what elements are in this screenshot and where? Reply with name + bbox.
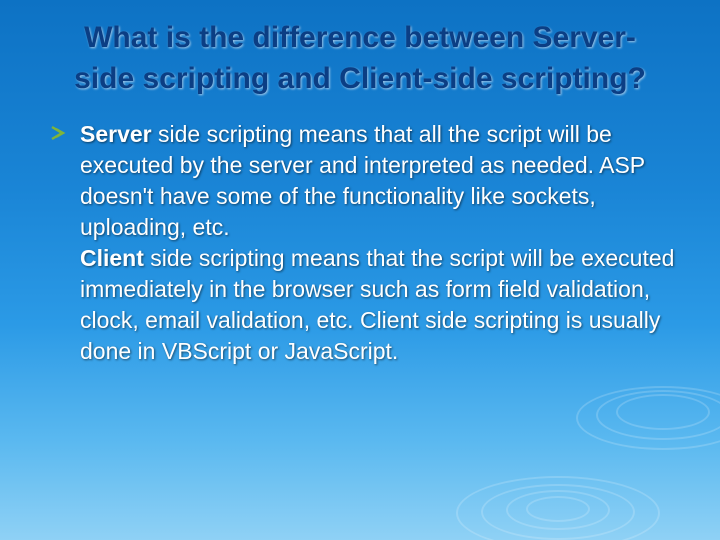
slide-title: What is the difference between Server- s… — [40, 18, 680, 99]
bullet-item: Server side scripting means that all the… — [50, 119, 680, 367]
chevron-right-icon — [50, 125, 66, 141]
title-line-1: What is the difference between Server- — [84, 21, 636, 54]
server-bold: Server — [80, 121, 152, 147]
client-bold: Client — [80, 245, 144, 271]
slide-body: Server side scripting means that all the… — [40, 119, 680, 367]
background-ripples — [360, 340, 720, 540]
server-text: side scripting means that all the script… — [80, 121, 645, 240]
bullet-text: Server side scripting means that all the… — [80, 119, 680, 367]
title-line-2: side scripting and Client-side scripting… — [74, 62, 646, 95]
client-text: side scripting means that the script wil… — [80, 245, 674, 364]
slide: What is the difference between Server- s… — [0, 0, 720, 540]
